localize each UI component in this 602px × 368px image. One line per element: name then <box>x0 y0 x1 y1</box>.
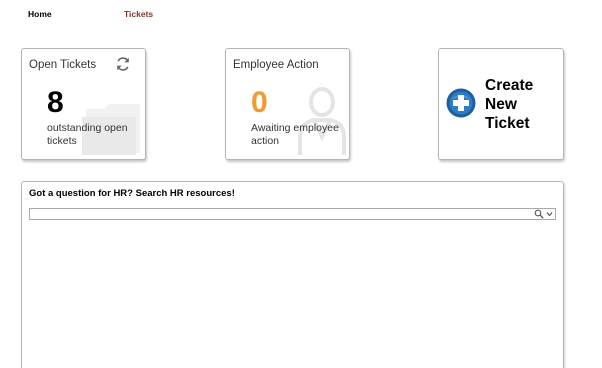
nav-tickets-link[interactable]: Tickets <box>124 9 153 19</box>
open-tickets-title: Open Tickets <box>29 59 97 71</box>
chevron-down-icon[interactable] <box>546 210 553 218</box>
open-tickets-count: 8 <box>47 86 64 119</box>
open-tickets-card[interactable]: Open Tickets 8 outstanding open tickets <box>21 48 146 160</box>
search-icon[interactable] <box>534 209 544 219</box>
create-ticket-button[interactable]: Create New Ticket <box>438 48 564 160</box>
employee-action-description: Awaiting employee action <box>251 122 339 147</box>
hr-search-panel: Got a question for HR? Search HR resourc… <box>21 181 564 368</box>
refresh-icon[interactable] <box>115 56 131 72</box>
search-box[interactable] <box>29 208 556 220</box>
employee-action-card[interactable]: Employee Action 0 Awaiting employee acti… <box>225 48 350 160</box>
hr-portal-page: Home Tickets Open Tickets 8 outstanding … <box>0 0 602 368</box>
plus-circle-icon <box>446 88 476 118</box>
search-input[interactable] <box>32 209 527 219</box>
create-ticket-label: Create New Ticket <box>485 77 534 132</box>
employee-action-count: 0 <box>251 86 268 119</box>
search-panel-title: Got a question for HR? Search HR resourc… <box>29 188 235 199</box>
nav-home-link[interactable]: Home <box>28 9 52 19</box>
open-tickets-description: outstanding open tickets <box>47 122 128 147</box>
employee-action-title: Employee Action <box>233 59 319 71</box>
